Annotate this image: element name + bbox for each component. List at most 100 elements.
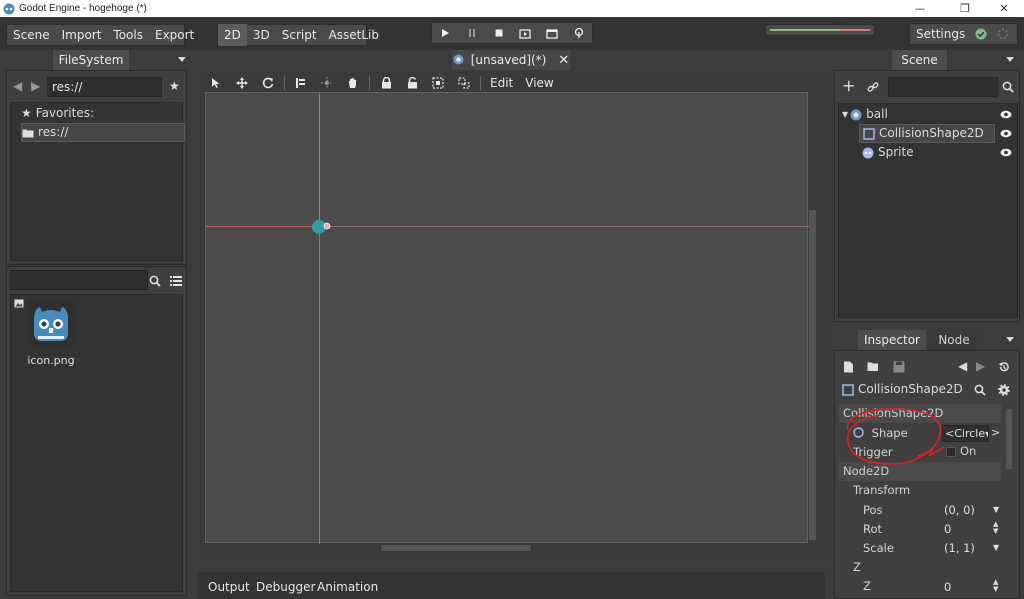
prop-group-z[interactable]: Z [839,558,1001,577]
play-icon[interactable] [432,23,459,43]
expand-resource-icon[interactable]: > [991,426,1000,439]
settings-group: Settings [909,23,1018,45]
inspector-dropdown-icon[interactable] [1006,337,1014,342]
mode-assetlib[interactable]: AssetLib [323,24,385,46]
file-search-field[interactable] [10,270,148,290]
mode-2d[interactable]: 2D [218,24,247,46]
ungroup-icon[interactable] [451,74,477,92]
window-titlebar: Godot Engine - hogehoge (*) — ❐ ✕ [0,0,1024,17]
property-search-icon[interactable] [974,384,986,396]
close-window-button[interactable]: ✕ [984,0,1024,17]
list-select-icon[interactable] [288,74,314,92]
move-tool-icon[interactable] [229,74,255,92]
pan-tool-icon[interactable] [340,74,366,92]
pos-menu-arrow-icon[interactable]: ▼ [993,505,999,514]
section-collisionshape2d[interactable]: CollisionShape2D [839,404,1001,423]
filesystem-dropdown-icon[interactable] [178,57,186,62]
back-arrow-icon[interactable]: ◀ [13,79,22,93]
prop-z-value[interactable]: 0 [944,580,951,594]
remote-debug-icon[interactable] [565,23,592,43]
viewport-menu-edit[interactable]: Edit [484,72,519,94]
object-settings-gear-icon[interactable] [998,384,1010,396]
tab-scene[interactable]: Scene [892,50,947,70]
viewport-hscroll[interactable] [381,545,531,551]
prop-rot-value[interactable]: 0 [944,522,951,536]
trigger-checkbox[interactable] [946,447,956,457]
close-tab-icon[interactable]: ✕ [558,53,569,68]
add-node-icon[interactable]: + [842,76,855,95]
tab-animation[interactable]: Animation [311,576,384,598]
scene-tab-label: [unsaved](*) [470,53,547,67]
scene-node-ball[interactable]: ▼ ball [842,105,1016,124]
scene-dropdown-icon[interactable] [1006,57,1014,62]
file-name: icon.png [27,354,75,367]
prop-scale-label: Scale [863,541,894,555]
unlock-icon[interactable] [399,74,425,92]
menu-tools[interactable]: Tools [107,24,149,46]
prop-group-transform[interactable]: Transform [839,481,1001,500]
rotate-tool-icon[interactable] [255,74,281,92]
history-icon[interactable] [998,361,1010,373]
favorite-star-icon[interactable]: ★ [169,79,180,93]
rot-spinner-icon[interactable]: ▲ ▼ [993,521,998,535]
lock-icon[interactable] [373,74,399,92]
pivot-tool-icon[interactable] [314,74,340,92]
group-icon[interactable] [425,74,451,92]
shape-resource-dropdown[interactable]: <Circle▼ [942,425,989,442]
canvas-overlay [206,93,809,544]
prop-trigger-label: Trigger [853,445,893,459]
z-spinner-icon[interactable]: ▲ ▼ [993,579,998,593]
mode-script[interactable]: Script [276,24,323,46]
tab-inspector[interactable]: Inspector [858,330,926,350]
visibility-eye-icon[interactable] [1000,129,1012,138]
visibility-eye-icon[interactable] [1000,148,1012,157]
forward-arrow-icon[interactable]: ▶ [31,79,40,93]
scale-menu-arrow-icon[interactable]: ▼ [993,543,999,552]
section-node2d[interactable]: Node2D [839,462,1001,481]
settings-button[interactable]: Settings [910,23,971,45]
favorites-row[interactable]: ★ Favorites: [21,104,94,123]
filesystem-tree: ★ Favorites: res:// [10,102,185,261]
visibility-eye-icon[interactable] [1000,110,1012,119]
open-folder-icon[interactable] [867,361,880,372]
menu-import[interactable]: Import [56,24,108,46]
scene-search-icon[interactable] [1002,81,1014,93]
pause-icon[interactable] [459,23,486,43]
prop-scale-value[interactable]: (1, 1) [944,541,975,555]
tab-node[interactable]: Node [928,330,980,350]
minimize-button[interactable]: — [900,0,940,17]
new-resource-icon[interactable] [843,361,854,373]
mode-3d[interactable]: 3D [247,24,276,46]
link-icon[interactable] [867,81,879,93]
scene-filter-field[interactable] [888,77,998,97]
menu-scene[interactable]: Scene [7,24,56,46]
menu-export[interactable]: Export [149,24,200,46]
play-scene-icon[interactable] [512,23,539,43]
viewport-menu-view[interactable]: View [519,72,559,94]
maximize-button[interactable]: ❐ [945,0,985,17]
list-view-icon[interactable] [170,275,182,287]
viewport-vscroll[interactable] [809,210,816,540]
expand-arrow-icon[interactable]: ▼ [842,105,848,124]
history-forward-icon[interactable]: ▶ [976,359,985,373]
tab-filesystem[interactable]: FileSystem [53,50,129,70]
scene-node-collisionshape2d[interactable]: CollisionShape2D [859,124,995,143]
tab-output[interactable]: Output [202,576,256,598]
inspector-scrollbar[interactable] [1006,409,1012,469]
path-field[interactable]: res:// [47,77,162,97]
prop-pos-value[interactable]: (0, 0) [944,503,975,517]
file-item-icon-png[interactable]: icon.png [26,299,81,374]
canvas-toolbar: Edit View [203,74,560,92]
canvas-2d[interactable] [205,92,809,544]
save-resource-icon[interactable] [893,361,905,373]
search-icon[interactable] [149,275,161,287]
history-back-icon[interactable]: ◀ [958,359,967,373]
scene-node-sprite[interactable]: Sprite [862,143,1016,162]
scene-tab-unsaved[interactable]: [unsaved](*) ✕ [452,50,570,70]
play-custom-scene-icon[interactable] [539,23,566,43]
tree-item-res[interactable]: res:// [21,123,185,142]
select-tool-icon[interactable] [203,74,229,92]
mode-switcher: 2D 3D Script AssetLib [217,24,379,46]
shape-handle[interactable] [323,222,331,230]
stop-icon[interactable] [485,23,512,43]
